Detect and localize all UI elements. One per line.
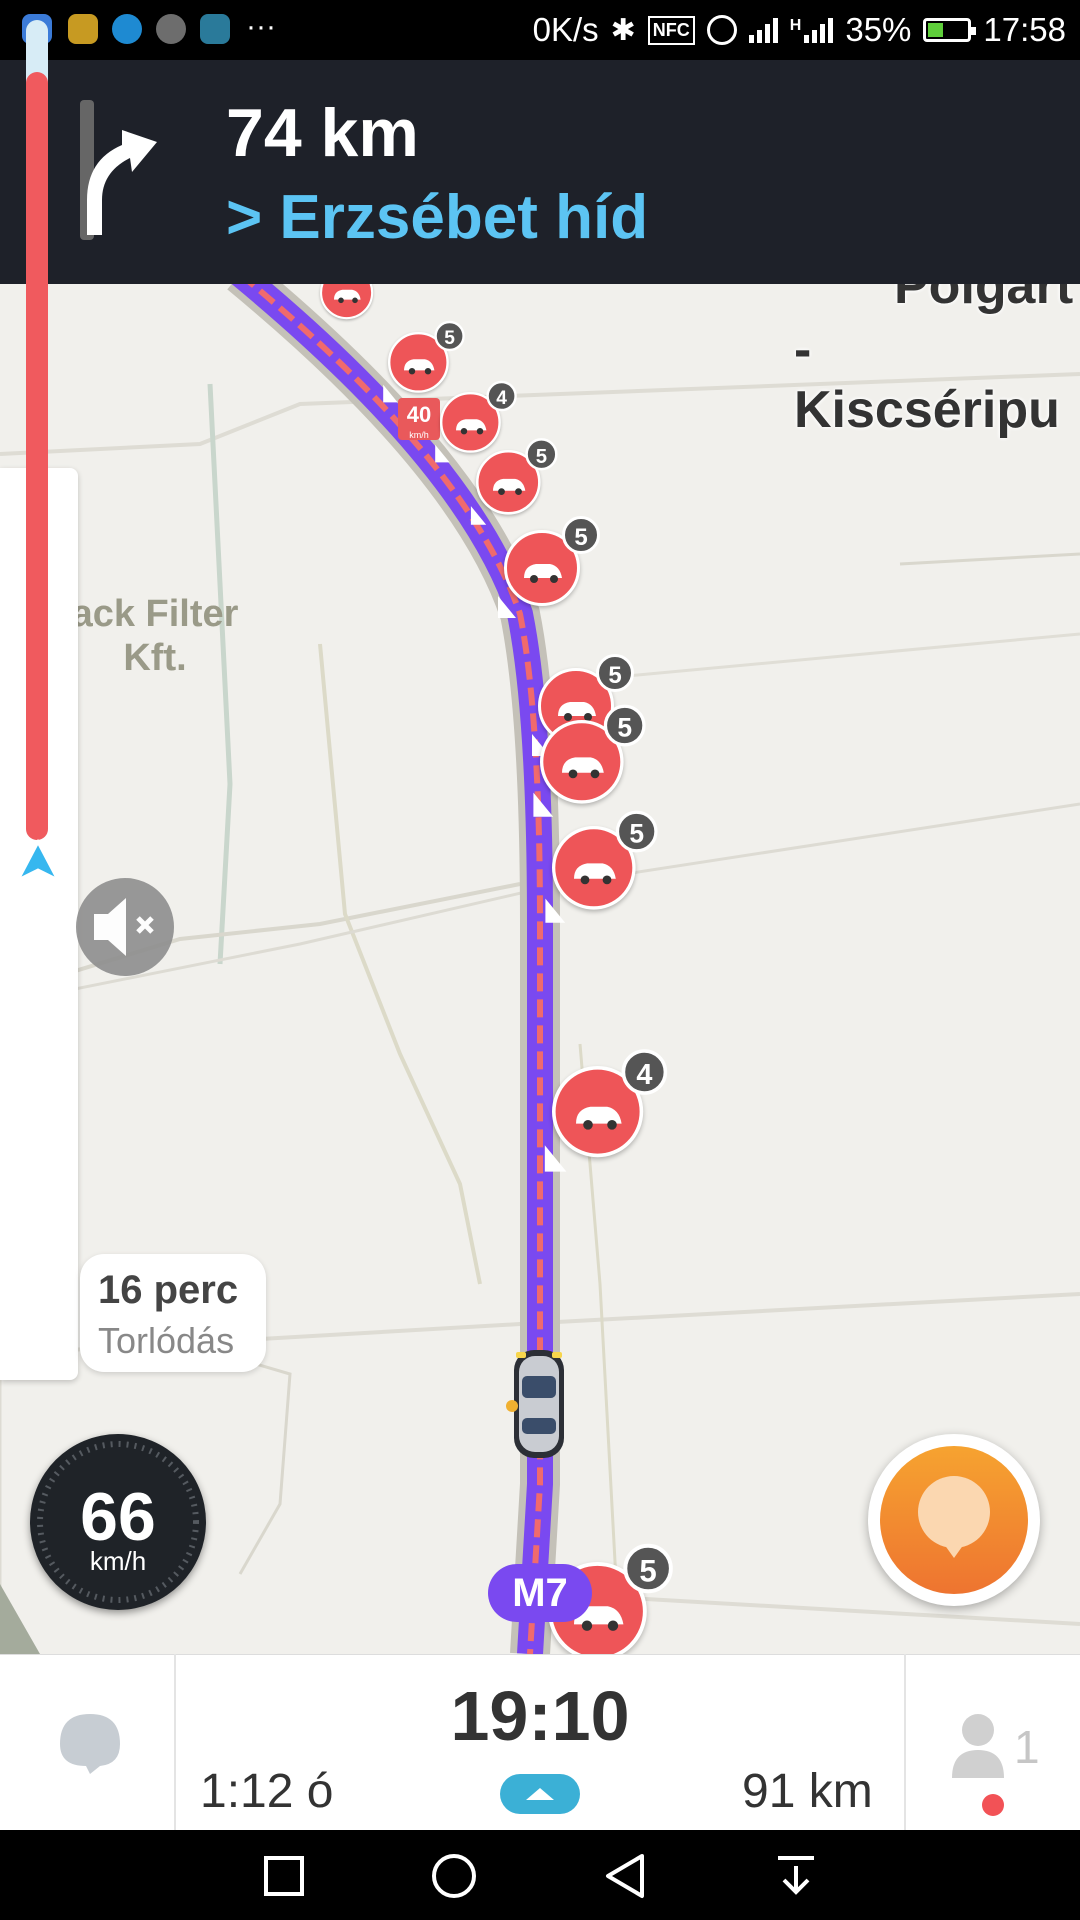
cars-icon [524,564,562,583]
poi-label-line1: ack Filter [71,593,239,635]
place-label: - Kiscséripu [794,321,1060,439]
poi-label-line2: Kft. [123,637,187,679]
speed-limit-unit: km/h [409,430,429,440]
notification-dot [982,1794,1004,1816]
traffic-jam-marker[interactable]: 5 [383,320,465,403]
expand-trip-button[interactable] [500,1774,580,1814]
recents-icon[interactable] [262,1854,306,1898]
traffic-jam-marker[interactable]: 4 [435,380,517,463]
jam-count: 5 [525,438,558,471]
cars-icon [404,359,435,375]
cars-icon [574,863,616,885]
skype-icon [112,14,142,44]
speaker-muted-icon [94,898,154,956]
bottom-divider-right [904,1654,906,1830]
cars-icon [456,419,487,435]
cars-icon [493,478,526,496]
car-position-icon [506,1350,564,1458]
report-pin-icon [918,1476,990,1558]
signal-h-label: H [789,17,802,34]
speed-limit-sign: 40 km/h [398,398,440,440]
overflow-icon: ··· [246,10,276,43]
trip-distance: 91 km [742,1765,873,1818]
jam-count: 4 [621,1049,668,1095]
report-button-inner[interactable] [880,1446,1028,1594]
app-grid-icon [200,14,230,44]
traffic-jam-marker[interactable]: 5 [545,810,658,923]
jam-count: 5 [623,1543,673,1594]
traffic-jam-marker[interactable]: 5 [470,438,558,525]
traffic-jam-marker[interactable]: 4 [544,1049,668,1172]
battery-percent: 35% [845,11,912,48]
nfc-icon: NFC [647,15,695,45]
turn-distance: 74 km [226,95,419,171]
friends-count: 1 [1014,1721,1040,1773]
speed-value: 66 [80,1479,156,1555]
turn-street-name: > Erzsébet híd [226,183,649,252]
poi-label: ack Filter Kft. [70,592,240,680]
road-shield: M7 [488,1564,592,1622]
turn-slight-right-icon [80,100,157,240]
eta-time: 19:10 [450,1677,630,1755]
cars-icon [576,1106,622,1130]
chevron-up-icon [526,1788,554,1800]
notification-pull-icon[interactable] [772,1852,820,1900]
mute-sound-button[interactable] [76,878,174,976]
home-icon[interactable] [430,1852,478,1900]
jam-count: 4 [486,380,517,412]
cars-icon [334,289,361,304]
bluetooth-icon: ✱ [610,13,636,47]
traffic-delay-time: 16 perc [98,1268,239,1312]
traffic-jam-marker[interactable]: 5 [498,516,600,618]
current-position-arrow-icon [14,838,62,884]
place-label-top: Polgárt [894,284,1074,315]
signal-icon [748,17,778,43]
jam-count: 5 [603,704,646,747]
jam-count: 5 [562,516,600,554]
bulb-icon [68,14,98,44]
speed-limit-value: 40 [406,402,432,427]
alarm-icon [706,15,737,45]
waze-menu-icon[interactable] [50,1708,126,1774]
speed-unit: km/h [89,1546,147,1576]
route-progress-fill [26,72,48,840]
back-icon[interactable] [602,1852,648,1900]
clock: 17:58 [983,11,1066,48]
cars-icon [558,702,596,721]
cars-icon [562,757,604,779]
signal-h-icon: H [790,17,834,43]
battery-icon [923,18,977,42]
jam-count: 5 [596,654,634,692]
jam-count: 5 [434,320,465,352]
friends-icon[interactable] [948,1710,1008,1780]
status-bar: ··· 0K/s ✱ NFC H 35% 17:58 [0,0,1080,60]
traffic-jam-marker[interactable]: 5 [320,284,376,322]
jam-count: 5 [615,810,658,853]
h-app-icon [156,14,186,44]
trip-duration: 1:12 ó [200,1765,334,1818]
traffic-jam-marker[interactable]: 5 [533,704,646,817]
system-nav-bar [0,1830,1080,1920]
traffic-delay-label: Torlódás [98,1320,235,1361]
network-speed: 0K/s [532,11,599,48]
